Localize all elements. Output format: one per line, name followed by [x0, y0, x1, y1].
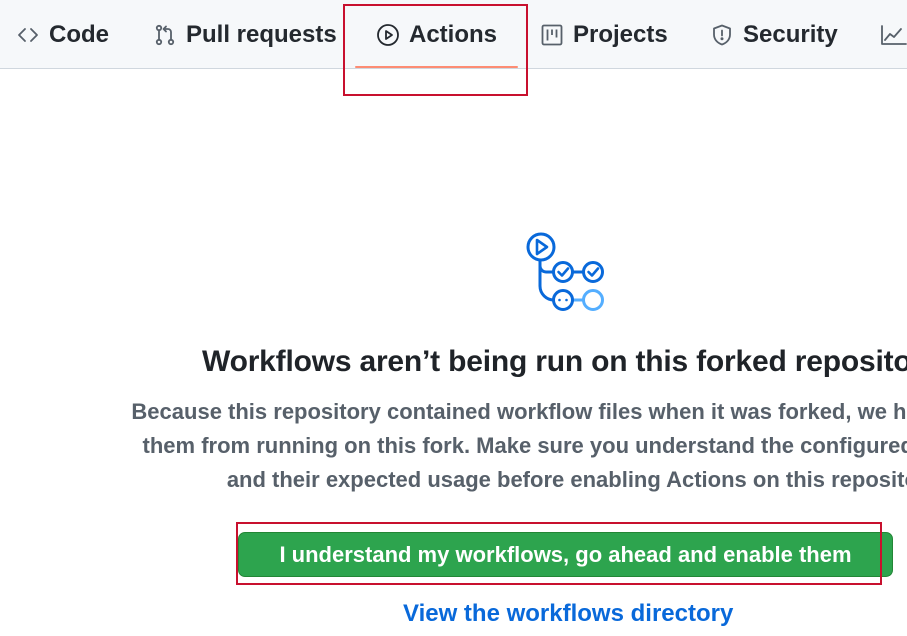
blankslate-title: Workflows aren’t being run on this forke… — [202, 345, 907, 378]
enable-workflows-button[interactable]: I understand my workflows, go ahead and … — [238, 532, 893, 577]
tab-code[interactable]: Code — [16, 0, 109, 69]
tab-pull-requests-label: Pull requests — [186, 20, 337, 48]
tab-code-label: Code — [49, 20, 109, 48]
git-pull-request-icon — [153, 23, 177, 47]
workflow-illustration-icon — [520, 228, 610, 318]
tab-projects-label: Projects — [573, 20, 668, 48]
description-line: them from running on this fork. Make sur… — [142, 433, 907, 458]
tab-security[interactable]: Security — [710, 0, 838, 69]
code-icon — [16, 23, 40, 47]
view-workflows-directory-link[interactable]: View the workflows directory — [403, 600, 733, 628]
blankslate-description: Because this repository contained workfl… — [80, 395, 907, 497]
tab-security-label: Security — [743, 20, 838, 48]
description-line: and their expected usage before enabling… — [226, 467, 907, 492]
tab-actions[interactable]: Actions — [376, 0, 497, 69]
active-tab-underline — [355, 66, 518, 68]
tab-actions-label: Actions — [409, 20, 498, 48]
play-circle-icon — [376, 23, 400, 47]
tab-insights[interactable] — [880, 0, 907, 69]
description-line: Because this repository contained workfl… — [131, 399, 907, 424]
project-table-icon — [540, 23, 564, 47]
tab-pull-requests[interactable]: Pull requests — [153, 0, 337, 69]
graph-icon — [880, 23, 907, 47]
repo-nav: Code Pull requests Actions Projects Secu… — [0, 0, 907, 69]
actions-page: Code Pull requests Actions Projects Secu… — [0, 0, 907, 636]
tab-projects[interactable]: Projects — [540, 0, 668, 69]
shield-icon — [710, 23, 734, 47]
